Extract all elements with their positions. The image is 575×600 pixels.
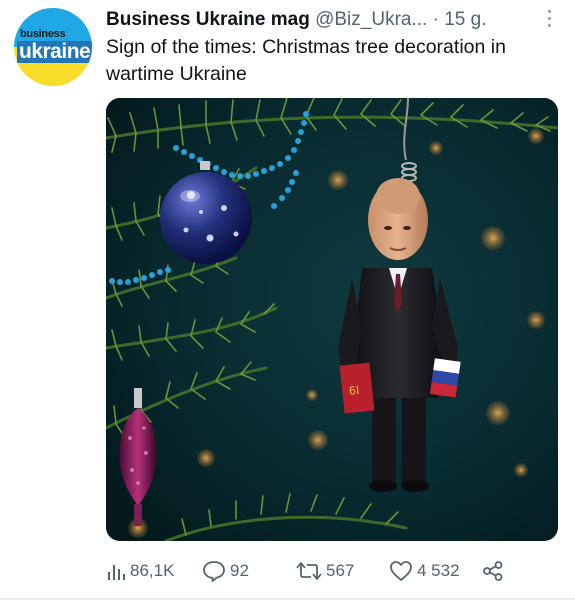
retweet-arrows-icon bbox=[296, 561, 322, 581]
tweet-header: Business Ukraine mag @Biz_Ukra... · 15 g… bbox=[106, 8, 566, 36]
separator-dot: · bbox=[432, 9, 439, 30]
timestamp[interactable]: 15 g. bbox=[444, 9, 486, 30]
analytics-bar-icon bbox=[106, 561, 126, 581]
tweet-photo[interactable]: 6I bbox=[106, 98, 558, 541]
avatar[interactable]: business ukraine bbox=[14, 8, 92, 86]
like-action[interactable]: 4 532 bbox=[389, 558, 460, 584]
share-action[interactable] bbox=[482, 558, 504, 584]
display-name[interactable]: Business Ukraine mag bbox=[106, 9, 310, 30]
retweet-count: 567 bbox=[326, 561, 355, 580]
views-count: 86,1K bbox=[130, 561, 175, 580]
heart-icon bbox=[389, 560, 413, 582]
book-label: 6I bbox=[349, 383, 360, 398]
speech-bubble-icon bbox=[202, 560, 226, 582]
reply-count: 92 bbox=[230, 561, 249, 580]
vertical-dots-icon[interactable] bbox=[540, 8, 560, 32]
action-bar: 86,1K 92 567 4 532 bbox=[106, 558, 566, 584]
share-nodes-icon bbox=[482, 560, 504, 582]
retweet-action[interactable]: 567 bbox=[296, 558, 354, 584]
views-action[interactable]: 86,1K bbox=[106, 558, 174, 584]
tweet[interactable]: business ukraine Business Ukraine mag @B… bbox=[0, 0, 575, 600]
handle[interactable]: @Biz_Ukra... bbox=[315, 9, 427, 30]
tweet-text: Sign of the times: Christmas tree decora… bbox=[106, 36, 506, 85]
avatar-text-main: ukraine bbox=[17, 40, 92, 63]
reply-action[interactable]: 92 bbox=[202, 558, 249, 584]
avatar-text-top: business bbox=[20, 28, 66, 40]
like-count: 4 532 bbox=[417, 561, 460, 580]
